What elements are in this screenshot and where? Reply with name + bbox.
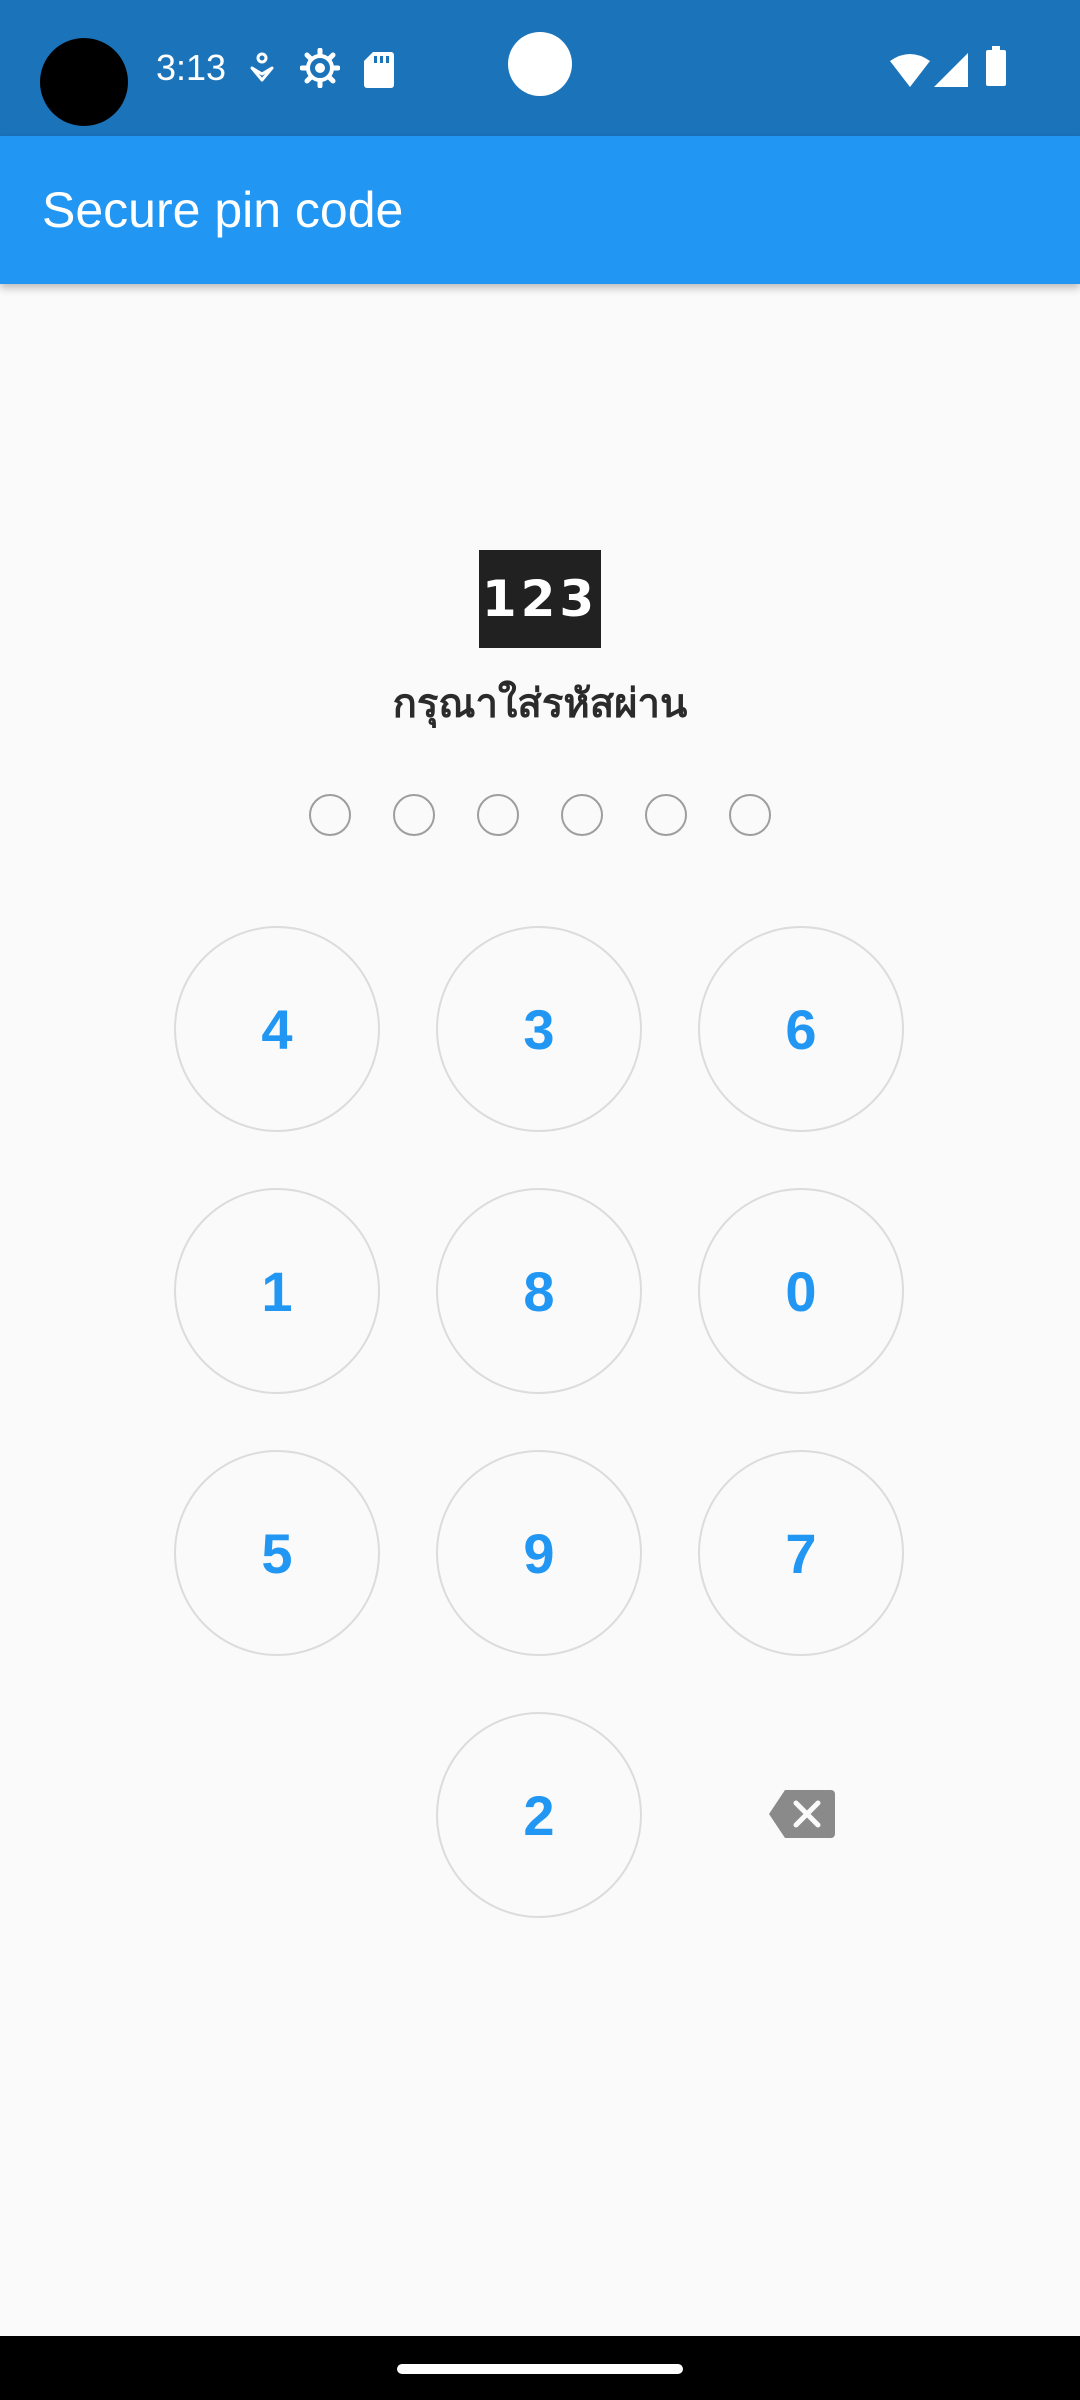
status-bar: 3:13: [0, 0, 1080, 136]
battery-icon: [986, 46, 1006, 86]
app-title: Secure pin code: [42, 182, 404, 238]
pin-dot: [477, 794, 519, 836]
pin-indicator: [309, 794, 771, 836]
accessibility-icon: [250, 52, 274, 82]
sd-card-icon: [364, 52, 394, 88]
keypad-key[interactable]: 2: [436, 1712, 642, 1918]
keypad-key[interactable]: 6: [698, 926, 904, 1132]
cell-signal-icon: [934, 53, 968, 87]
pin-prompt: กรุณาใส่รหัสผ่าน: [392, 681, 688, 727]
pin-dot: [309, 794, 351, 836]
keypad-key[interactable]: 1: [174, 1188, 380, 1394]
backspace-button[interactable]: [769, 1790, 835, 1838]
app-bar: Secure pin code: [0, 136, 1080, 284]
app-logo: 123: [479, 550, 601, 648]
keypad-key[interactable]: 4: [174, 926, 380, 1132]
home-indicator[interactable]: [397, 2364, 683, 2374]
keypad-key[interactable]: 8: [436, 1188, 642, 1394]
pin-dot: [393, 794, 435, 836]
wifi-icon: [890, 54, 930, 87]
app-logo-text: 123: [481, 570, 599, 628]
status-time: 3:13: [156, 47, 227, 88]
settings-icon: [300, 48, 340, 88]
keypad-key[interactable]: 9: [436, 1450, 642, 1656]
camera-dot: [508, 32, 572, 96]
keypad-key[interactable]: 7: [698, 1450, 904, 1656]
keypad-key[interactable]: 5: [174, 1450, 380, 1656]
pin-dot: [561, 794, 603, 836]
camera-cutout: [40, 38, 128, 126]
keypad-key[interactable]: 3: [436, 926, 642, 1132]
pin-dot: [729, 794, 771, 836]
keypad-key[interactable]: 0: [698, 1188, 904, 1394]
backspace-icon: [769, 1790, 835, 1838]
pin-dot: [645, 794, 687, 836]
navigation-bar: [0, 2336, 1080, 2400]
